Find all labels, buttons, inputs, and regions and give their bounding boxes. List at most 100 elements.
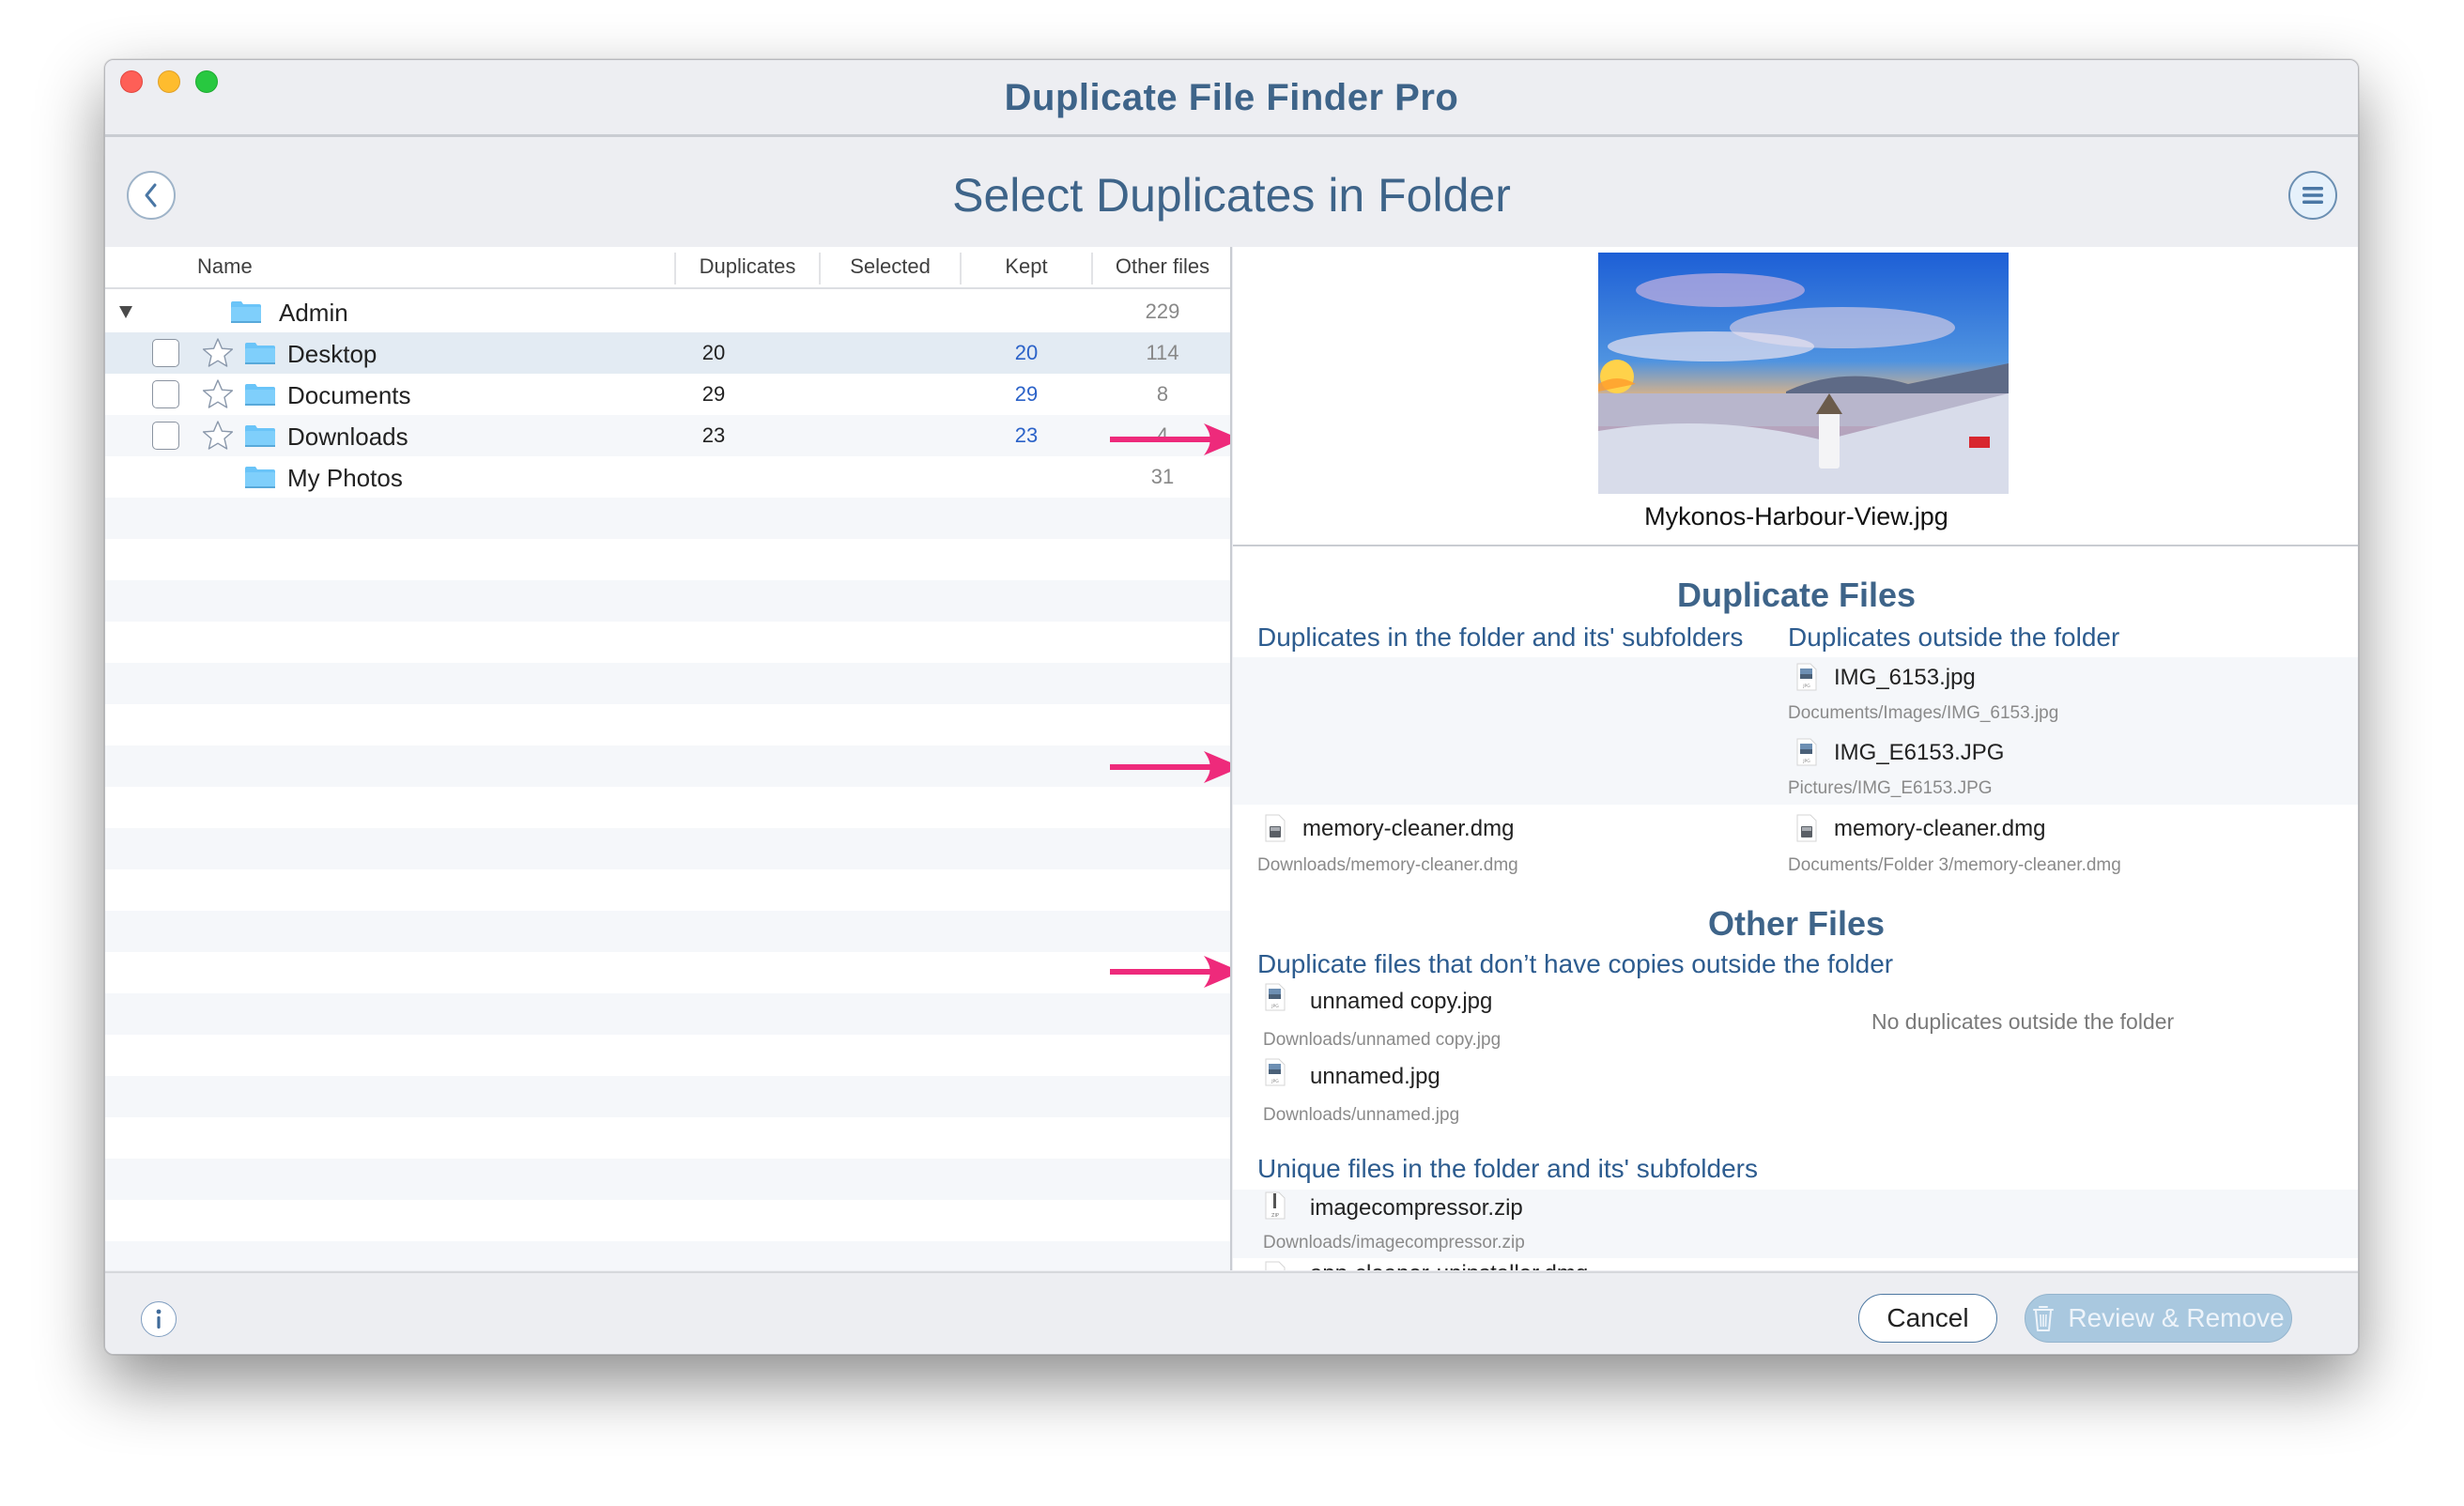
dmg-file-icon	[1796, 814, 1817, 842]
file-name[interactable]: IMG_E6153.JPG	[1834, 740, 2004, 766]
row-other-files: 114	[1146, 341, 1179, 364]
folder-icon	[244, 465, 276, 489]
app-window: Duplicate File Finder Pro Select Duplica…	[104, 59, 2359, 1355]
file-name[interactable]: IMG_6153.jpg	[1834, 665, 1976, 691]
star-icon[interactable]	[201, 377, 235, 411]
file-path: Downloads/imagecompressor.zip	[1263, 1233, 1525, 1252]
file-name[interactable]: unnamed copy.jpg	[1310, 989, 1492, 1015]
annotation-arrow-icon	[1110, 953, 1232, 991]
empty-row	[105, 787, 1230, 828]
row-name: Downloads	[287, 423, 408, 451]
app-title: Duplicate File Finder Pro	[1004, 77, 1459, 118]
row-name: Admin	[279, 299, 348, 327]
file-path: Downloads/unnamed copy.jpg	[1263, 1030, 1502, 1050]
empty-row	[105, 622, 1230, 663]
row-checkbox[interactable]	[152, 380, 179, 408]
empty-row	[105, 1076, 1230, 1117]
empty-row	[105, 869, 1230, 911]
table-row-documents[interactable]: Documents 29 29 8	[105, 374, 1230, 415]
table-body: Admin 229 Desktop 20 20 114 Documents 29	[105, 291, 1230, 1270]
column-header-kept[interactable]: Kept	[962, 254, 1091, 279]
review-remove-button[interactable]: Review & Remove	[2025, 1294, 2292, 1343]
empty-row	[105, 952, 1230, 993]
duplicates-inside-label: Duplicates in the folder and its' subfol…	[1257, 622, 1744, 652]
folder-icon	[244, 423, 276, 448]
annotation-arrow-icon	[1110, 421, 1232, 458]
jpg-file-icon	[1265, 983, 1286, 1011]
empty-row	[105, 828, 1230, 869]
no-copies-outside-label: Duplicate files that don’t have copies o…	[1257, 949, 1894, 978]
row-name: My Photos	[287, 464, 403, 492]
row-name: Documents	[287, 381, 411, 409]
info-icon	[156, 1309, 162, 1329]
dmg-file-icon	[1265, 1261, 1286, 1270]
empty-row	[105, 745, 1230, 787]
preview-image	[1598, 253, 2009, 494]
file-path: Pictures/IMG_E6153.JPG	[1788, 778, 1993, 798]
file-path: Downloads/unnamed.jpg	[1263, 1105, 1460, 1125]
preview-area: Mykonos-Harbour-View.jpg	[1233, 247, 2358, 546]
column-header-duplicates[interactable]: Duplicates	[676, 254, 819, 279]
empty-row	[105, 1159, 1230, 1200]
row-kept: 23	[1014, 423, 1039, 447]
hamburger-menu-icon	[2302, 187, 2323, 204]
file-name[interactable]: unnamed.jpg	[1310, 1064, 1440, 1090]
row-name: Desktop	[287, 340, 377, 368]
folder-icon	[244, 382, 276, 407]
no-duplicates-note: No duplicates outside the folder	[1871, 1009, 2175, 1034]
page-header: Select Duplicates in Folder	[105, 140, 2358, 247]
file-name[interactable]: imagecompressor.zip	[1310, 1195, 1523, 1222]
row-kept: 29	[1014, 382, 1039, 406]
footer-toolbar: Cancel Review & Remove	[105, 1271, 2358, 1354]
empty-row	[105, 993, 1230, 1035]
folder-icon	[230, 300, 262, 324]
row-duplicates: 23	[701, 423, 726, 447]
empty-row	[105, 539, 1230, 580]
star-icon[interactable]	[201, 419, 235, 453]
menu-button[interactable]	[2288, 171, 2337, 220]
row-checkbox[interactable]	[152, 339, 179, 367]
table-row-desktop[interactable]: Desktop 20 20 114	[105, 332, 1230, 374]
page-title: Select Duplicates in Folder	[952, 169, 1511, 222]
column-header-name[interactable]: Name	[197, 254, 253, 279]
table-row-my-photos[interactable]: My Photos 31	[105, 456, 1230, 498]
other-files-heading: Other Files	[1707, 904, 1886, 943]
row-checkbox[interactable]	[152, 422, 179, 450]
column-header-other-files[interactable]: Other files	[1093, 254, 1230, 279]
file-path: Documents/Images/IMG_6153.jpg	[1788, 703, 2059, 723]
row-duplicates: 29	[701, 382, 726, 406]
empty-row	[105, 580, 1230, 622]
row-other-files: 31	[1150, 465, 1175, 488]
empty-row	[105, 704, 1230, 745]
info-button[interactable]	[141, 1301, 177, 1337]
row-other-files: 8	[1156, 382, 1169, 406]
row-kept: 20	[1014, 341, 1039, 364]
empty-row	[105, 1035, 1230, 1076]
trash-icon	[2033, 1306, 2055, 1331]
review-remove-label: Review & Remove	[2068, 1303, 2285, 1332]
star-icon[interactable]	[201, 336, 235, 370]
row-duplicates: 20	[701, 341, 726, 364]
cancel-button[interactable]: Cancel	[1858, 1294, 1997, 1343]
table-row-admin[interactable]: Admin 229	[105, 291, 1230, 332]
folder-icon	[244, 341, 276, 365]
table-row-downloads[interactable]: Downloads 23 23 4	[105, 415, 1230, 456]
jpg-file-icon	[1265, 1058, 1286, 1086]
disclosure-triangle-icon[interactable]	[116, 302, 135, 321]
annotation-arrow-icon	[1110, 748, 1232, 786]
duplicates-outside-label: Duplicates outside the folder	[1788, 622, 2120, 652]
empty-row	[105, 663, 1230, 704]
details-pane: Mykonos-Harbour-View.jpg Duplicate Files…	[1233, 247, 2358, 1270]
empty-row	[105, 498, 1230, 539]
title-bar: Duplicate File Finder Pro	[105, 60, 2358, 137]
row-other-files: 229	[1145, 300, 1180, 323]
file-path: Downloads/memory-cleaner.dmg	[1257, 855, 1518, 875]
jpg-file-icon	[1796, 738, 1817, 766]
empty-row	[105, 1200, 1230, 1241]
folder-table: Name Duplicates Selected Kept Other file…	[105, 247, 1232, 1270]
file-name[interactable]: app-cleaner-uninstaller.dmg	[1310, 1261, 1588, 1270]
file-name[interactable]: memory-cleaner.dmg	[1834, 816, 2045, 842]
zip-file-icon	[1265, 1191, 1286, 1220]
column-header-selected[interactable]: Selected	[821, 254, 960, 279]
file-name[interactable]: memory-cleaner.dmg	[1302, 816, 1514, 842]
